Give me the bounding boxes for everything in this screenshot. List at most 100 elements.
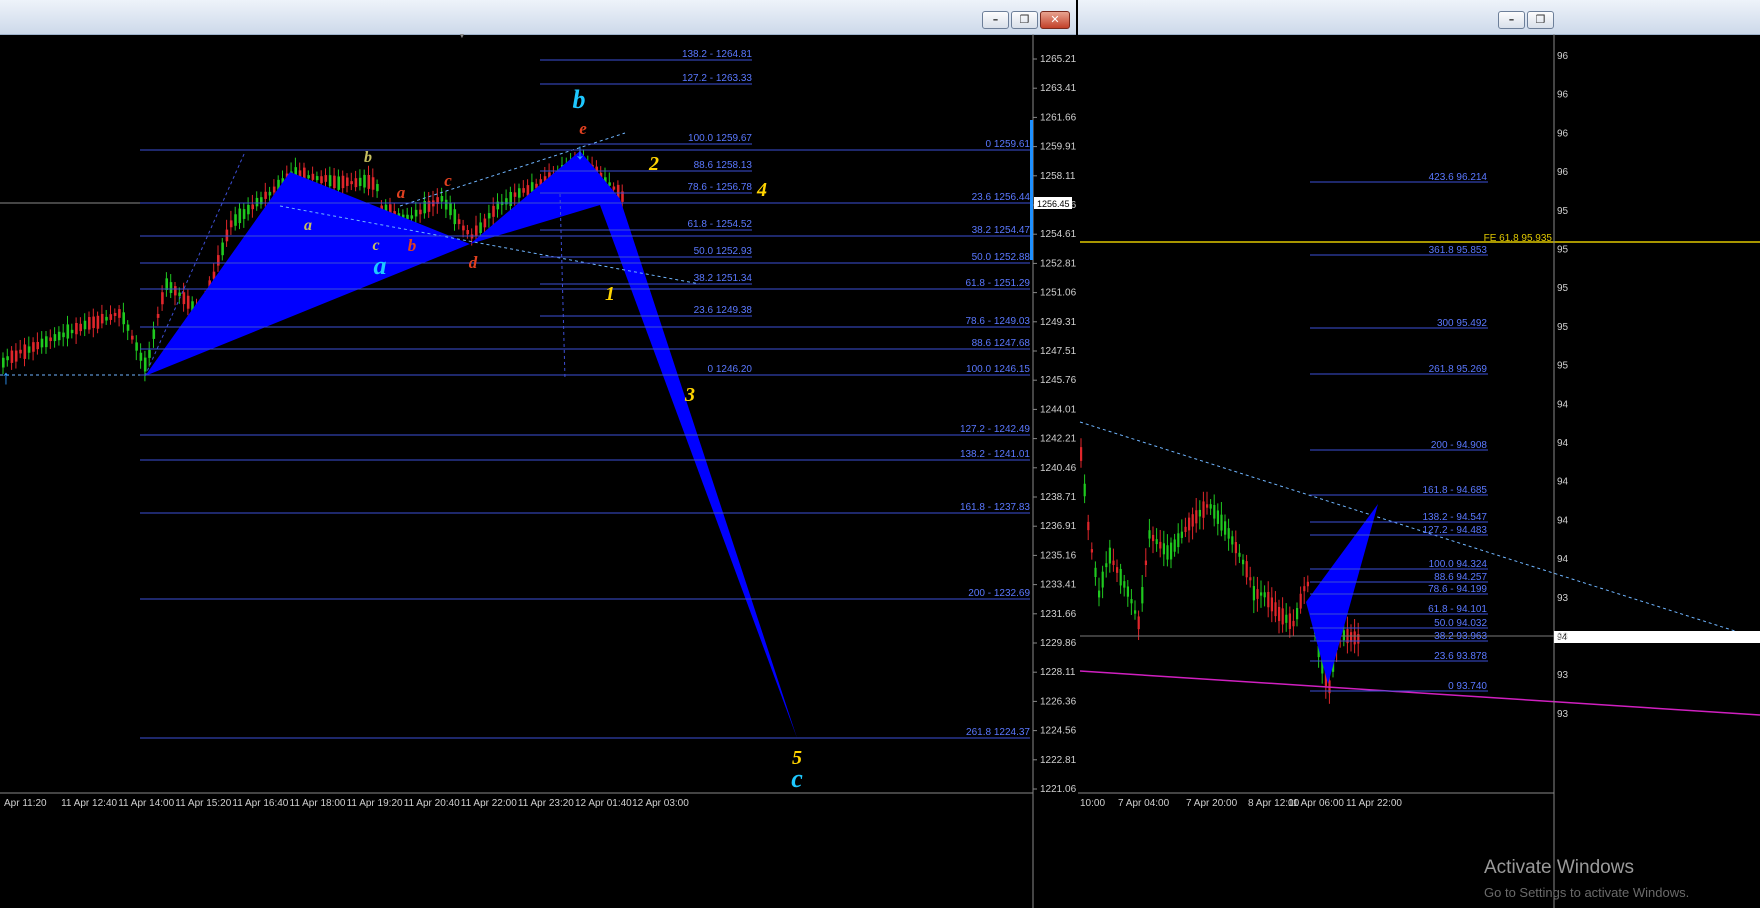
fib-level-label: 100.0 94.324	[1429, 559, 1488, 570]
price-axis-label: 96	[1557, 51, 1569, 62]
fib-level-label: 161.8 - 94.685	[1423, 485, 1488, 496]
fib-level-label: 127.2 - 94.483	[1423, 525, 1488, 536]
fib-level-label: 138.2 - 1241.01	[960, 449, 1030, 460]
support-line	[1079, 670, 1760, 716]
price-axis-label: 1236.91	[1040, 521, 1076, 532]
price-axis-label: 93	[1557, 709, 1569, 720]
fib-level-label: 61.8 - 94.101	[1428, 604, 1487, 615]
time-axis-label: Apr 11:20	[4, 798, 47, 809]
fib-level-label: 100.0 1246.15	[966, 364, 1030, 375]
wave-label-a_big: a	[374, 251, 387, 280]
price-axis-label: 1235.16	[1040, 550, 1076, 561]
price-axis-label: 1242.21	[1040, 434, 1076, 445]
maximize-button[interactable]: ❐	[1527, 11, 1554, 29]
time-axis-label: 11 Apr 06:00	[1288, 798, 1344, 809]
price-axis-label: 1228.11	[1040, 667, 1076, 678]
price-axis-label: 1258.11	[1040, 171, 1076, 182]
wave-label-e_red: e	[579, 119, 587, 138]
price-axis-label: 1247.51	[1040, 346, 1076, 357]
fib-level-label: 0 93.740	[1448, 681, 1487, 692]
time-axis-label: 7 Apr 20:00	[1186, 798, 1238, 809]
close-button[interactable]: ✕	[1040, 11, 1070, 29]
fib-level-label: 88.6 94.257	[1434, 572, 1487, 583]
chart-window-right: – ❐ FE 61.8 95.935 423.6 96.214 361.8 95.…	[1078, 0, 1760, 908]
activate-windows-title: Activate Windows	[1484, 857, 1634, 878]
time-axis-label: 11 Apr 15:20	[175, 798, 231, 809]
fib-level-label: 88.6 1247.68	[972, 338, 1031, 349]
time-axis-label: 11 Apr 12:40	[61, 798, 117, 809]
price-chart-right[interactable]: FE 61.8 95.935 423.6 96.214 361.8 95.853 3…	[1078, 34, 1760, 908]
price-marker	[1554, 631, 1760, 643]
minimize-icon: –	[1508, 13, 1515, 26]
fib-level-label: 61.8 - 1251.29	[966, 278, 1031, 289]
price-axis-label: 95	[1557, 361, 1569, 372]
price-axis-label: 1244.01	[1040, 404, 1076, 415]
wave-label-d_red: d	[469, 253, 478, 272]
price-axis-label: 94	[1557, 515, 1569, 526]
price-axis-label: 94	[1557, 438, 1569, 449]
time-axis-label: 11 Apr 20:40	[404, 798, 460, 809]
fe-label: FE 61.8 95.935	[1484, 233, 1553, 244]
wave-label-a_small: a	[304, 217, 312, 234]
fib-level-label: 61.8 - 1254.52	[688, 219, 753, 230]
price-axis-label: 94	[1557, 399, 1569, 410]
price-axis-label: 1249.31	[1040, 317, 1076, 328]
fib-level-label: 0 1246.20	[708, 364, 753, 375]
fib-level-label: 50.0 1252.88	[972, 252, 1031, 263]
price-axis-label: 1259.91	[1040, 142, 1076, 153]
time-axis-label: 11 Apr 18:00	[290, 798, 346, 809]
wave-label-b_red: b	[408, 236, 417, 255]
price-axis-label: 1224.56	[1040, 726, 1076, 737]
price-axis-label: 1238.71	[1040, 492, 1076, 503]
time-axis-label: 10:00	[1080, 798, 1105, 809]
fib-level-label: 38.2 1251.34	[694, 273, 753, 284]
price-axis-label: 95	[1557, 245, 1569, 256]
price-axis-label: 95	[1557, 322, 1569, 333]
price-axis-label: 1229.86	[1040, 638, 1076, 649]
fib-level-label: 0 1259.61	[986, 139, 1031, 150]
fib-level-label: 200 - 94.908	[1431, 440, 1488, 451]
fib-level-label: 78.6 - 94.199	[1428, 584, 1487, 595]
time-axis-label: 12 Apr 03:00	[632, 798, 689, 809]
fib-level-label: 138.2 - 94.547	[1423, 512, 1488, 523]
fib-level-label: 78.6 - 1249.03	[966, 316, 1031, 327]
arrow-marker-icon: ↑	[1, 367, 11, 389]
minimize-button[interactable]: –	[1498, 11, 1525, 29]
activate-windows-subtitle: Go to Settings to activate Windows.	[1484, 885, 1690, 900]
wave-label-w2: 2	[648, 153, 659, 175]
chart-scroll-marker-icon[interactable]: ▼	[458, 34, 467, 40]
fib-level-label: 38.2 1254.47	[972, 225, 1031, 236]
price-axis-label: 95	[1557, 283, 1569, 294]
fib-level-label: 38.2 93.963	[1434, 631, 1487, 642]
fib-level-label: 88.6 1258.13	[694, 160, 753, 171]
fib-level-label: 23.6 93.878	[1434, 651, 1487, 662]
fib-level-label: 200 - 1232.69	[968, 588, 1030, 599]
minimize-icon: –	[992, 13, 999, 26]
wave-label-c_red: c	[444, 171, 452, 190]
scroll-indicator[interactable]	[1030, 120, 1033, 260]
restore-icon: ❐	[1019, 13, 1030, 26]
price-axis-label: 1251.06	[1040, 288, 1076, 299]
price-axis-label: 95	[1557, 206, 1569, 217]
minimize-button[interactable]: –	[982, 11, 1009, 29]
price-axis-label: 94	[1557, 554, 1569, 565]
wave-label-w3: 3	[684, 384, 695, 406]
fib-level-label: 300 95.492	[1437, 318, 1487, 329]
wave-label-c_big: c	[791, 764, 803, 793]
time-axis-label: 11 Apr 22:00	[461, 798, 517, 809]
time-axis-label: 11 Apr 16:40	[232, 798, 288, 809]
fib-level-label: 127.2 - 1242.49	[960, 424, 1030, 435]
wave-label-b_small: b	[364, 149, 372, 166]
price-chart-left[interactable]: ↓ ↑ ▼ 138.2 - 1264.81 127.2 - 1263.33 100.…	[0, 34, 1076, 908]
price-axis-label: 93	[1557, 632, 1569, 643]
arrow-marker-icon: ↓	[575, 139, 586, 164]
price-axis-label: 1245.76	[1040, 375, 1076, 386]
price-axis-label: 1221.06	[1040, 784, 1076, 795]
fib-level-label: 23.6 1249.38	[694, 305, 753, 316]
maximize-button[interactable]: ❐	[1011, 11, 1038, 29]
chart-window-left: – ❐ ✕ ↓ ↑ ▼ 138.2 - 1264.81 127.2 - 1263.…	[0, 0, 1076, 908]
wave-label-w4: 4	[756, 179, 767, 201]
fib-level-label: 161.8 - 1237.83	[960, 502, 1030, 513]
price-axis-label: 1240.46	[1040, 463, 1076, 474]
wave-label-b_big: b	[573, 85, 586, 114]
